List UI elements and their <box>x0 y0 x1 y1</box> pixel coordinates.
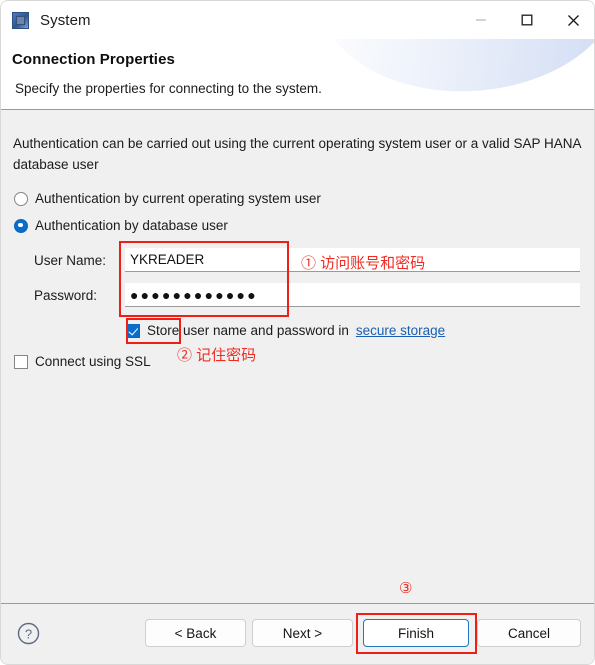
secure-storage-link[interactable]: secure storage <box>356 323 445 338</box>
system-connection-dialog: System Connection Properties Specify the… <box>0 0 595 665</box>
back-button[interactable]: < Back <box>145 619 246 647</box>
password-input[interactable] <box>125 283 580 307</box>
dialog-body: Authentication can be carried out using … <box>1 110 594 603</box>
header-decoration <box>313 39 594 102</box>
window-controls <box>458 1 594 39</box>
store-credentials-checkbox-indicator[interactable] <box>126 323 140 338</box>
annotation-label-one: ① 访问账号和密码 <box>301 255 426 272</box>
radio-db-user[interactable]: Authentication by database user <box>14 218 228 233</box>
password-label: Password: <box>34 288 98 303</box>
store-credentials-checkbox[interactable]: Store user name and password in secure s… <box>126 323 445 338</box>
next-button[interactable]: Next > <box>252 619 353 647</box>
radio-os-user[interactable]: Authentication by current operating syst… <box>14 191 321 206</box>
connect-ssl-label: Connect using SSL <box>35 354 151 369</box>
annotation-label-two: ② 记住密码 <box>177 347 257 364</box>
maximize-icon[interactable] <box>504 1 550 39</box>
intro-text: Authentication can be carried out using … <box>13 136 581 172</box>
footer-divider <box>1 603 594 604</box>
minimize-icon[interactable] <box>458 1 504 39</box>
window-title: System <box>40 11 91 29</box>
radio-os-user-label: Authentication by current operating syst… <box>35 191 321 206</box>
finish-button[interactable]: Finish <box>363 619 469 647</box>
annotation-label-three: ③ <box>399 580 413 597</box>
page-subtitle: Specify the properties for connecting to… <box>15 81 322 96</box>
connect-ssl-checkbox-indicator[interactable] <box>14 354 28 369</box>
dialog-header: Connection Properties Specify the proper… <box>1 39 594 110</box>
svg-text:?: ? <box>25 626 32 641</box>
system-window-icon <box>12 11 29 29</box>
window-titlebar: System <box>1 1 594 39</box>
user-name-label: User Name: <box>34 253 107 268</box>
radio-os-user-indicator[interactable] <box>14 191 28 206</box>
page-title: Connection Properties <box>12 51 175 68</box>
close-icon[interactable] <box>550 1 594 39</box>
store-credentials-label: Store user name and password in <box>147 323 349 338</box>
help-icon[interactable]: ? <box>17 622 40 645</box>
connect-ssl-checkbox[interactable]: Connect using SSL <box>14 354 151 369</box>
radio-db-user-label: Authentication by database user <box>35 218 228 233</box>
cancel-button[interactable]: Cancel <box>477 619 581 647</box>
radio-db-user-indicator[interactable] <box>14 218 28 233</box>
